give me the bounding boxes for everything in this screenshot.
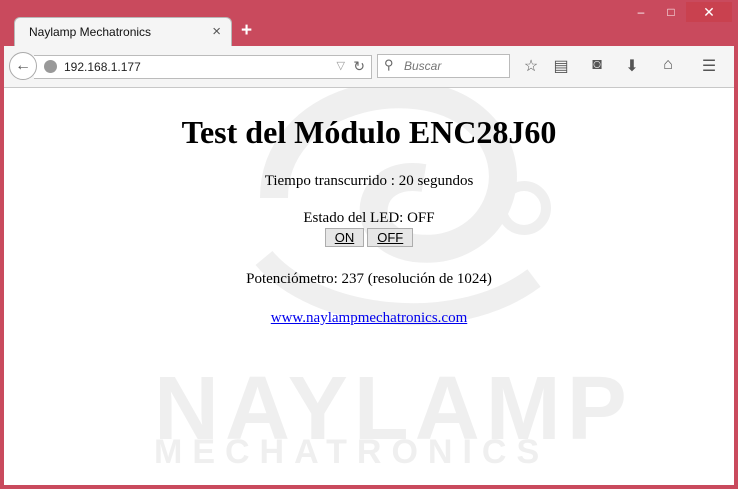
reload-icon[interactable]: ↻ [353,58,365,75]
page-body: Test del Módulo ENC28J60 Tiempo transcur… [4,88,734,327]
potentiometer-reading: Potenciómetro: 237 (resolución de 1024) [246,271,492,287]
history-dropdown-icon[interactable]: ▽ [337,59,345,72]
window-close-icon[interactable]: ✕ [686,2,732,22]
title-bar: Naylamp Mechatronics × + – □ ✕ [0,0,738,47]
reading-list-icon[interactable]: ▤ [550,56,572,76]
address-bar[interactable]: 192.168.1.177 ▽ ↻ [34,55,372,79]
search-input[interactable] [402,56,506,76]
led-off-button[interactable]: OFF [367,228,414,247]
url-text[interactable]: 192.168.1.177 [64,60,141,74]
tab-title: Naylamp Mechatronics [29,25,152,39]
navigation-toolbar: 192.168.1.177 ▽ ↻ ← ⚲ ☆ ▤ ◙ ⬇ ⌂ ☰ [4,46,734,88]
minimize-icon[interactable]: – [626,2,656,22]
bookmark-star-icon[interactable]: ☆ [520,56,542,76]
new-tab-button[interactable]: + [241,20,252,42]
download-icon[interactable]: ⬇ [621,56,643,76]
site-identity-icon[interactable] [44,60,57,73]
led-buttons: ON OFF [4,228,734,247]
search-icon: ⚲ [384,57,394,72]
led-state: Estado del LED: OFF [303,210,435,226]
maximize-icon[interactable]: □ [656,2,686,22]
browser-window: Naylamp Mechatronics × + – □ ✕ 192.168.1… [0,0,738,489]
watermark-subtitle: MECHATRONICS [154,433,550,471]
search-box[interactable]: ⚲ [377,54,510,78]
hamburger-menu-icon[interactable]: ☰ [698,56,720,76]
led-on-button[interactable]: ON [324,228,365,247]
pocket-icon[interactable]: ◙ [586,56,608,74]
page-title: Test del Módulo ENC28J60 [181,114,557,150]
elapsed-time: Tiempo transcurrido : 20 segundos [264,173,474,189]
browser-tab[interactable]: Naylamp Mechatronics × [14,17,232,47]
page-content: NAYLAMP MECHATRONICS Test del Módulo ENC… [4,88,734,485]
tab-close-icon[interactable]: × [212,23,221,40]
website-link[interactable]: www.naylampmechatronics.com [271,310,467,327]
window-controls: – □ ✕ [626,2,732,22]
back-arrow-icon[interactable]: ← [9,52,37,80]
home-icon[interactable]: ⌂ [657,56,679,74]
